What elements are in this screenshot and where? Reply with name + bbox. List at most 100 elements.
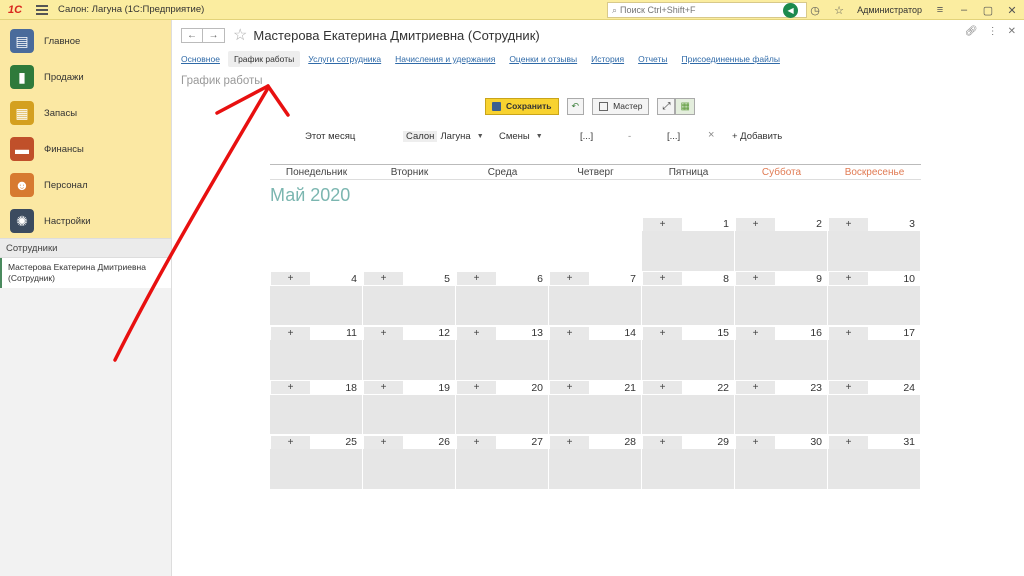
favorite-star-icon[interactable]: ☆ <box>233 25 247 45</box>
search-input[interactable] <box>620 5 791 15</box>
sidebar-item-4[interactable]: ☻ Персонал <box>0 167 171 203</box>
day-cell[interactable]: +18 <box>270 380 362 435</box>
shifts-select[interactable]: Смены ▼ <box>499 131 543 142</box>
save-button[interactable]: Сохранить <box>485 97 559 115</box>
day-cell[interactable]: +13 <box>456 326 548 380</box>
day-cell[interactable]: +5 <box>363 271 455 326</box>
open-window-item[interactable]: Мастерова Екатерина Дмитриевна (Сотрудни… <box>0 258 171 288</box>
day-cell[interactable]: +24 <box>828 380 920 435</box>
tab-3[interactable]: Начисления и удержания <box>395 51 495 67</box>
date-from-field[interactable]: [...] <box>580 131 593 142</box>
tab-1[interactable]: График работы <box>227 51 301 67</box>
day-cell[interactable]: +19 <box>363 380 455 435</box>
sidebar-item-2[interactable]: ▦ Запасы <box>0 95 171 131</box>
day-cell[interactable]: +4 <box>270 271 362 326</box>
sidebar-item-0[interactable]: ▤ Главное <box>0 23 171 59</box>
tab-5[interactable]: История <box>591 51 624 67</box>
add-shift-button[interactable]: + <box>829 435 868 449</box>
minimize-icon[interactable]: – <box>957 3 971 17</box>
add-shift-button[interactable]: + <box>829 326 868 340</box>
add-shift-button[interactable]: + <box>643 326 682 340</box>
day-cell[interactable]: +7 <box>549 271 641 326</box>
master-button[interactable]: Мастер <box>592 97 650 115</box>
add-shift-button[interactable]: + <box>364 435 403 449</box>
add-shift-button[interactable]: + <box>736 435 775 449</box>
add-shift-button[interactable]: + <box>457 435 496 449</box>
global-search[interactable]: ⌕ <box>607 2 807 18</box>
period-select[interactable]: Этот месяц <box>305 131 355 142</box>
add-shift-button[interactable]: + <box>736 326 775 340</box>
day-cell[interactable]: +27 <box>456 435 548 489</box>
add-shift-button[interactable]: + <box>364 272 403 286</box>
add-shift-button[interactable]: + <box>550 326 589 340</box>
tab-2[interactable]: Услуги сотрудника <box>308 51 381 67</box>
day-cell[interactable]: +11 <box>270 326 362 380</box>
add-shift-button[interactable]: + <box>364 326 403 340</box>
add-shift-button[interactable]: + <box>457 272 496 286</box>
tab-7[interactable]: Присоединенные файлы <box>681 51 779 67</box>
sidebar-item-3[interactable]: ▬ Финансы <box>0 131 171 167</box>
fullscreen-button[interactable]: ⤢ <box>657 97 676 115</box>
day-cell[interactable]: +3 <box>828 217 920 271</box>
salon-select[interactable]: Салон Лагуна ▼ <box>403 131 484 142</box>
add-shift-button[interactable]: + <box>736 217 775 231</box>
notifications-icon[interactable]: ◀ <box>783 2 799 18</box>
sidebar-item-1[interactable]: ▮ Продажи <box>0 59 171 95</box>
more-icon[interactable]: ⋮ <box>988 26 998 37</box>
day-cell[interactable]: +8 <box>642 271 734 326</box>
day-cell[interactable]: +22 <box>642 380 734 435</box>
link-icon[interactable]: 🔗︎ <box>965 26 978 37</box>
settings-menu-icon[interactable]: ≡ <box>933 3 947 17</box>
add-shift-button[interactable]: + <box>736 381 775 395</box>
add-button[interactable]: + Добавить <box>732 131 782 142</box>
add-shift-button[interactable]: + <box>829 272 868 286</box>
forward-button[interactable]: → <box>203 27 225 43</box>
back-button[interactable]: ← <box>181 27 203 43</box>
tab-0[interactable]: Основное <box>181 51 220 67</box>
day-cell[interactable]: +26 <box>363 435 455 489</box>
add-shift-button[interactable]: + <box>271 272 310 286</box>
day-cell[interactable]: +12 <box>363 326 455 380</box>
add-shift-button[interactable]: + <box>643 381 682 395</box>
day-cell[interactable]: +15 <box>642 326 734 380</box>
add-shift-button[interactable]: + <box>457 381 496 395</box>
add-shift-button[interactable]: + <box>457 326 496 340</box>
day-cell[interactable]: +29 <box>642 435 734 489</box>
day-cell[interactable]: +10 <box>828 271 920 326</box>
day-cell[interactable]: +6 <box>456 271 548 326</box>
main-menu-icon[interactable] <box>36 4 48 15</box>
day-cell[interactable]: +9 <box>735 271 827 326</box>
day-cell[interactable]: +21 <box>549 380 641 435</box>
add-shift-button[interactable]: + <box>550 272 589 286</box>
maximize-icon[interactable]: ▢ <box>981 3 995 17</box>
sidebar-item-5[interactable]: ✺ Настройки <box>0 203 171 239</box>
favorites-star-icon[interactable]: ☆ <box>832 3 846 17</box>
user-name[interactable]: Администратор <box>857 5 922 15</box>
day-cell[interactable]: +23 <box>735 380 827 435</box>
day-cell[interactable]: +31 <box>828 435 920 489</box>
grid-view-button[interactable]: ▦ <box>675 97 695 115</box>
clear-dates-icon[interactable]: × <box>708 129 714 141</box>
add-shift-button[interactable]: + <box>643 435 682 449</box>
close-form-icon[interactable]: ✕ <box>1008 26 1016 37</box>
add-shift-button[interactable]: + <box>550 381 589 395</box>
day-cell[interactable]: +28 <box>549 435 641 489</box>
add-shift-button[interactable]: + <box>643 217 682 231</box>
tab-4[interactable]: Оценки и отзывы <box>509 51 577 67</box>
add-shift-button[interactable]: + <box>364 381 403 395</box>
add-shift-button[interactable]: + <box>736 272 775 286</box>
day-cell[interactable]: +17 <box>828 326 920 380</box>
add-shift-button[interactable]: + <box>829 217 868 231</box>
add-shift-button[interactable]: + <box>829 381 868 395</box>
day-cell[interactable]: +16 <box>735 326 827 380</box>
day-cell[interactable]: +30 <box>735 435 827 489</box>
add-shift-button[interactable]: + <box>643 272 682 286</box>
tab-6[interactable]: Отчеты <box>638 51 667 67</box>
add-shift-button[interactable]: + <box>271 381 310 395</box>
date-to-field[interactable]: [...] <box>667 131 680 142</box>
day-cell[interactable]: +20 <box>456 380 548 435</box>
history-icon[interactable]: ◷ <box>808 3 822 17</box>
day-cell[interactable]: +14 <box>549 326 641 380</box>
close-window-icon[interactable]: ✕ <box>1005 3 1019 17</box>
day-cell[interactable]: +25 <box>270 435 362 489</box>
